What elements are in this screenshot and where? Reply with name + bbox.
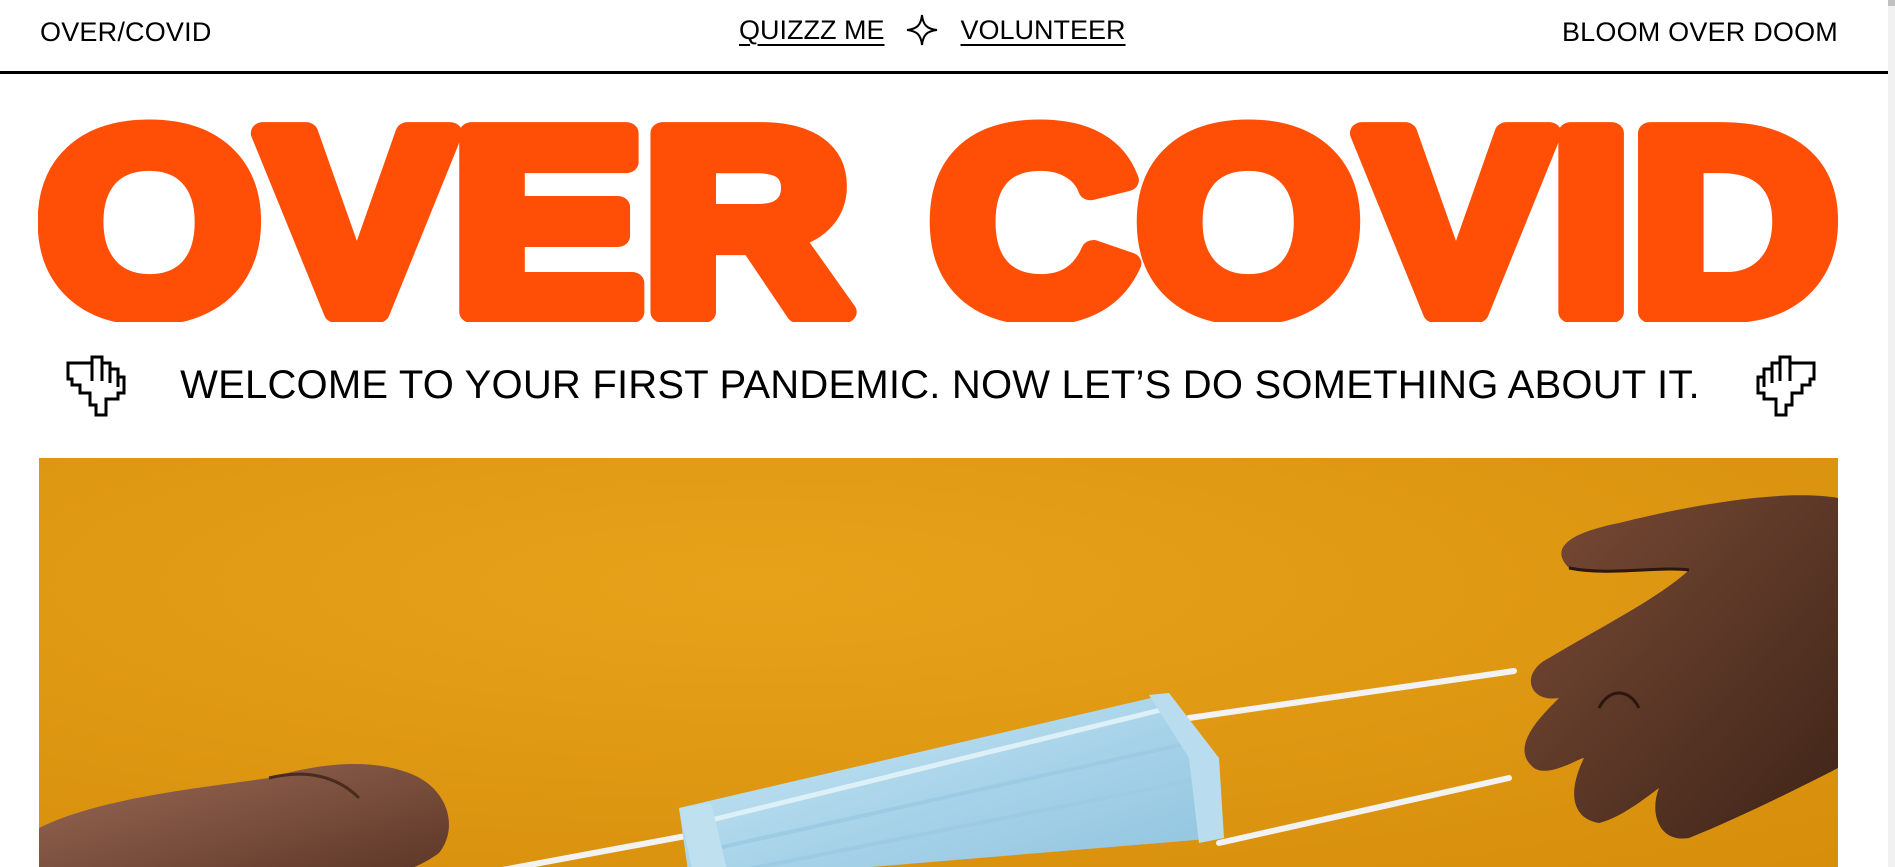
center-nav: QUIZZZ ME VOLUNTEER [739, 14, 1126, 46]
brand-link[interactable]: OVER/COVID [40, 17, 212, 48]
hero-title-block: OVER COVID [38, 112, 1838, 322]
welcome-row: WELCOME TO YOUR FIRST PANDEMIC. NOW LET’… [40, 345, 1840, 435]
quiz-link[interactable]: QUIZZZ ME [739, 15, 884, 46]
scrollbar-thumb[interactable] [1888, 0, 1895, 6]
top-nav: OVER/COVID QUIZZZ ME VOLUNTEER BLOOM OVE… [0, 0, 1888, 74]
scrollbar[interactable] [1888, 0, 1895, 867]
welcome-text: WELCOME TO YOUR FIRST PANDEMIC. NOW LET’… [180, 363, 1700, 407]
page: OVER/COVID QUIZZZ ME VOLUNTEER BLOOM OVE… [0, 0, 1895, 867]
bloom-link[interactable]: BLOOM OVER DOOM [1562, 17, 1838, 48]
volunteer-link[interactable]: VOLUNTEER [960, 15, 1125, 46]
hero-photo [39, 458, 1838, 867]
hero-title: OVER COVID [38, 112, 1838, 322]
sparkle-icon [906, 14, 938, 46]
pointing-hand-icon [1752, 353, 1820, 421]
